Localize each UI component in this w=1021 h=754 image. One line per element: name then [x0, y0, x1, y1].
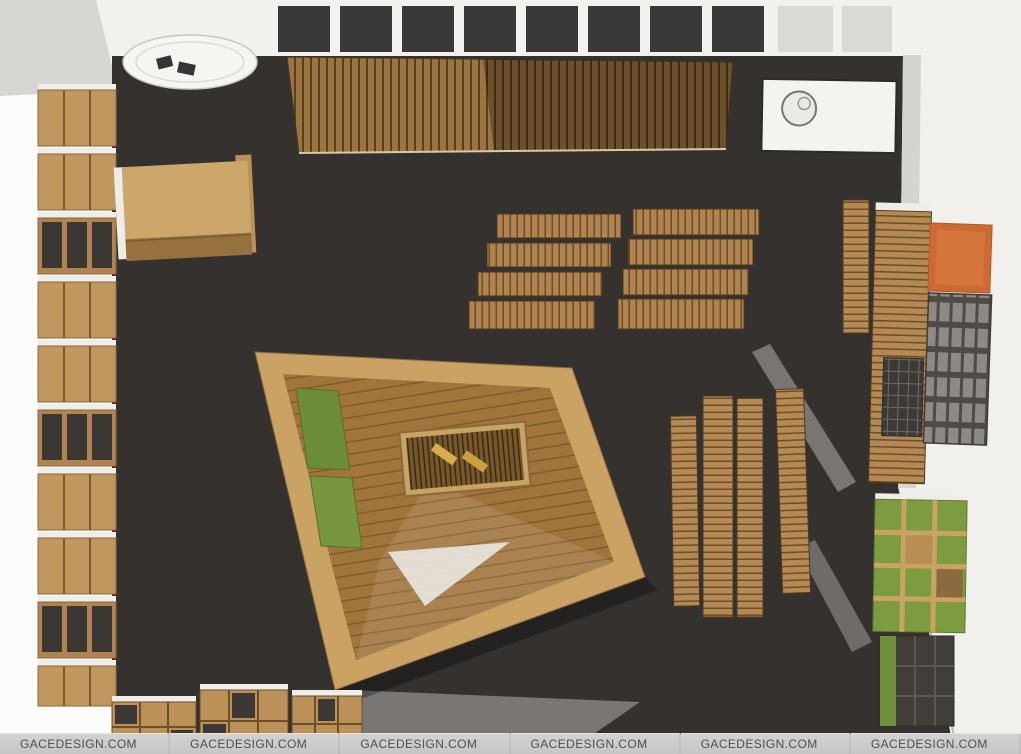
bench — [478, 272, 602, 296]
bench — [487, 243, 611, 267]
shelf-unit-cubbies — [38, 212, 116, 274]
watermark-text: GACEDESIGN.COM — [0, 737, 137, 751]
watermark-tile: GACEDESIGN.COM — [681, 733, 851, 754]
watermark-text: GACEDESIGN.COM — [340, 737, 477, 751]
bench — [623, 269, 748, 295]
watermark-text: GACEDESIGN.COM — [511, 737, 648, 751]
bench — [618, 299, 744, 329]
ceiling-beam — [588, 6, 640, 52]
display-table — [399, 422, 530, 497]
orange-poster — [928, 223, 992, 293]
slatted-bench-right — [843, 200, 869, 333]
ceiling-beam — [650, 6, 702, 52]
ceiling-panel-light — [842, 6, 892, 52]
shelf-unit-cubbies — [38, 596, 116, 658]
ceiling-beam — [402, 6, 454, 52]
round-basin — [782, 91, 817, 126]
shelf-unit-cubbies — [38, 404, 116, 466]
white-counter — [751, 79, 896, 154]
bench-group-center-right — [670, 389, 810, 617]
bench — [633, 209, 759, 235]
photo-poster — [923, 293, 991, 445]
left-shelving-column — [38, 84, 116, 706]
dark-green-cabinet — [880, 636, 954, 726]
shelf-dark-grid — [882, 358, 924, 437]
watermark-tile: GACEDESIGN.COM — [0, 733, 170, 754]
bench — [628, 239, 753, 265]
bench — [670, 416, 699, 606]
tall-shelf-right — [868, 202, 931, 483]
watermark-bar: GACEDESIGN.COM GACEDESIGN.COM GACEDESIGN… — [0, 733, 1021, 754]
slatted-ceiling-panel — [287, 57, 733, 153]
watermark-tile: GACEDESIGN.COM — [340, 733, 510, 754]
bench-group-right — [618, 209, 759, 329]
shelf-unit — [38, 660, 116, 706]
ceiling-beam — [526, 6, 578, 52]
render-canvas: GACEDESIGN.COM GACEDESIGN.COM GACEDESIGN… — [0, 0, 1021, 754]
ceiling-beam — [712, 6, 764, 52]
watermark-text: GACEDESIGN.COM — [851, 737, 988, 751]
watermark-tile: GACEDESIGN.COM — [851, 733, 1021, 754]
shelf-unit — [38, 468, 116, 530]
shelf-unit — [38, 276, 116, 338]
ceiling-beam — [278, 6, 330, 52]
shelf-unit — [38, 532, 116, 594]
bench — [469, 301, 595, 329]
bench — [703, 396, 733, 617]
wooden-desk — [113, 154, 256, 261]
shelf-unit — [38, 148, 116, 210]
shelf-unit — [38, 340, 116, 402]
ceiling-beam — [464, 6, 516, 52]
shelf-unit — [38, 84, 116, 146]
watermark-text: GACEDESIGN.COM — [681, 737, 818, 751]
round-table — [123, 35, 257, 89]
watermark-tile: GACEDESIGN.COM — [170, 733, 340, 754]
watermark-text: GACEDESIGN.COM — [170, 737, 307, 751]
bench — [497, 214, 621, 238]
green-shelf — [873, 493, 967, 633]
ceiling-panel-light — [778, 6, 833, 52]
ceiling-beam — [340, 6, 392, 52]
bench — [737, 398, 763, 617]
interior-render — [0, 0, 1021, 754]
watermark-tile: GACEDESIGN.COM — [511, 733, 681, 754]
